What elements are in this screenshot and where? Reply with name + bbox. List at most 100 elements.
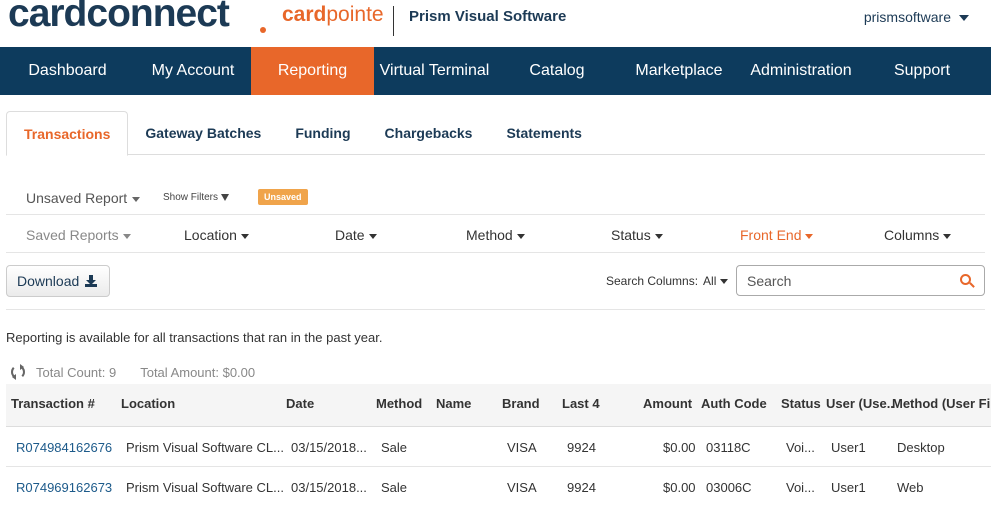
reporting-notice: Reporting is available for all transacti… <box>6 330 383 345</box>
cell-date: 03/15/2018... <box>291 440 367 455</box>
user-menu[interactable]: prismsoftware <box>864 9 969 25</box>
cardpointe-logo-bold: card <box>282 3 327 26</box>
nav-catalog[interactable]: Catalog <box>495 47 619 95</box>
download-button[interactable]: Download <box>6 265 110 297</box>
chevron-down-icon <box>943 233 952 239</box>
cell-user: User1 <box>831 480 866 495</box>
cell-last4: 9924 <box>567 480 596 495</box>
company-name: Prism Visual Software <box>409 8 567 25</box>
nav-my-account[interactable]: My Account <box>135 47 251 95</box>
tab-transactions[interactable]: Transactions <box>6 111 129 156</box>
report-selector[interactable]: Unsaved Report <box>26 190 141 206</box>
method-filter-label: Method <box>466 227 513 243</box>
section-divider <box>6 309 985 310</box>
total-amount: Total Amount: $0.00 <box>140 365 256 380</box>
cell-brand: VISA <box>507 440 537 455</box>
col-name[interactable]: Name <box>436 396 471 411</box>
cardconnect-logo[interactable]: cardconnect <box>8 0 230 36</box>
search-columns-label: Search Columns: <box>606 274 699 288</box>
download-icon <box>85 275 98 287</box>
cell-date: 03/15/2018... <box>291 480 367 495</box>
nav-marketplace[interactable]: Marketplace <box>619 47 739 95</box>
chevron-down-icon <box>368 233 377 239</box>
table-row[interactable]: R074984162676 Prism Visual Software CL..… <box>6 427 991 467</box>
cell-method: Sale <box>381 480 408 495</box>
header-divider <box>393 6 394 36</box>
chevron-down-icon <box>654 233 663 239</box>
chevron-down-icon <box>720 279 729 285</box>
col-user[interactable]: User (Use.. <box>826 396 894 411</box>
col-brand[interactable]: Brand <box>502 396 540 411</box>
tab-chargebacks[interactable]: Chargebacks <box>368 111 490 155</box>
col-method-user[interactable]: Method (User Fi <box>892 396 990 411</box>
tab-gateway-batches[interactable]: Gateway Batches <box>128 111 278 155</box>
search-columns: Search Columns: All <box>606 274 729 288</box>
transactions-table: Transaction # Location Date Method Name … <box>6 384 991 506</box>
table-row[interactable]: R074969162673 Prism Visual Software CL..… <box>6 467 991 506</box>
search-icon[interactable] <box>960 274 975 288</box>
nav-dashboard[interactable]: Dashboard <box>0 47 135 95</box>
show-filters-label: Show Filters <box>163 192 219 203</box>
search-columns-select[interactable]: All <box>703 274 729 288</box>
transaction-link[interactable]: R074969162673 <box>16 480 112 495</box>
saved-reports-dropdown[interactable]: Saved Reports <box>26 227 131 243</box>
col-auth-code[interactable]: Auth Code <box>701 396 767 411</box>
main-nav: Dashboard My Account Reporting Virtual T… <box>0 47 991 95</box>
status-filter[interactable]: Status <box>611 227 663 243</box>
columns-dropdown[interactable]: Columns <box>884 227 952 243</box>
search-box <box>736 265 985 296</box>
cell-status: Voi... <box>786 480 815 495</box>
total-count: Total Count: 9 <box>36 365 117 380</box>
col-last4[interactable]: Last 4 <box>562 396 600 411</box>
search-input[interactable] <box>747 272 947 290</box>
tab-statements[interactable]: Statements <box>489 111 598 155</box>
cell-amount: $0.00 <box>663 440 696 455</box>
download-label: Download <box>17 273 80 289</box>
app-header: cardconnect cardpointe Prism Visual Soft… <box>0 0 991 47</box>
chevron-down-icon <box>805 233 814 239</box>
unsaved-badge: Unsaved <box>258 189 308 205</box>
cardpointe-logo-light: pointe <box>326 3 384 26</box>
chevron-down-icon <box>132 196 141 202</box>
refresh-icon[interactable] <box>10 364 26 380</box>
totals-bar: Total Count: 9 Total Amount: $0.00 <box>10 364 255 380</box>
cell-brand: VISA <box>507 480 537 495</box>
nav-administration[interactable]: Administration <box>739 47 863 95</box>
cell-location: Prism Visual Software CL... <box>126 440 284 455</box>
status-filter-label: Status <box>611 227 651 243</box>
cell-amount: $0.00 <box>663 480 696 495</box>
col-method[interactable]: Method <box>376 396 422 411</box>
date-filter[interactable]: Date <box>335 227 377 243</box>
user-name: prismsoftware <box>863 9 951 25</box>
col-date[interactable]: Date <box>286 396 314 411</box>
cell-status: Voi... <box>786 440 815 455</box>
nav-virtual-terminal[interactable]: Virtual Terminal <box>374 47 495 95</box>
nav-reporting[interactable]: Reporting <box>251 47 374 95</box>
location-filter[interactable]: Location <box>184 227 249 243</box>
tab-funding[interactable]: Funding <box>278 111 367 155</box>
col-transaction[interactable]: Transaction # <box>11 396 95 411</box>
col-location[interactable]: Location <box>121 396 175 411</box>
transaction-link[interactable]: R074984162676 <box>16 440 112 455</box>
search-columns-value: All <box>703 274 717 288</box>
chevron-down-icon <box>122 233 131 239</box>
cell-user: User1 <box>831 440 866 455</box>
date-filter-label: Date <box>335 227 365 243</box>
front-end-filter[interactable]: Front End <box>740 227 814 243</box>
chevron-down-icon <box>240 233 249 239</box>
chevron-down-icon <box>959 15 969 22</box>
report-selector-label: Unsaved Report <box>26 190 128 206</box>
columns-label: Columns <box>884 227 940 243</box>
registered-mark-icon <box>260 27 266 33</box>
show-filters-button[interactable]: Show Filters <box>163 192 230 203</box>
table-header: Transaction # Location Date Method Name … <box>6 384 991 427</box>
col-amount[interactable]: Amount <box>643 396 692 411</box>
cell-method: Sale <box>381 440 408 455</box>
location-filter-label: Location <box>184 227 237 243</box>
nav-support[interactable]: Support <box>863 47 981 95</box>
cell-last4: 9924 <box>567 440 596 455</box>
cell-auth-code: 03118C <box>706 440 751 455</box>
method-filter[interactable]: Method <box>466 227 525 243</box>
cardpointe-logo[interactable]: cardpointe <box>282 3 384 27</box>
col-status[interactable]: Status <box>781 396 821 411</box>
